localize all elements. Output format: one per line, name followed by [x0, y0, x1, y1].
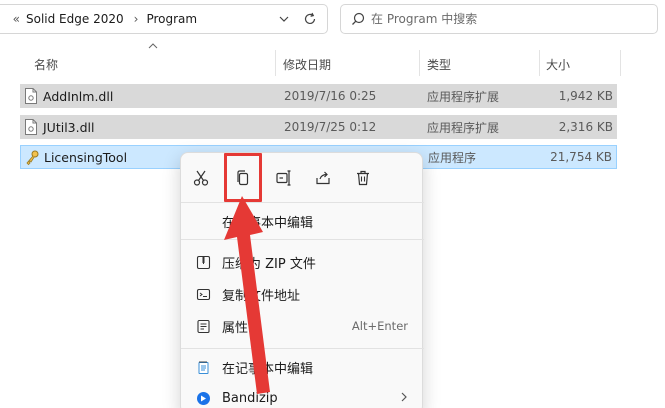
file-row[interactable]: JUtil3.dll 2019/7/25 0:12 应用程序扩展 2,316 K…	[20, 115, 617, 139]
search-icon	[352, 12, 365, 25]
copy-path-icon	[195, 286, 211, 302]
delete-icon[interactable]	[351, 166, 375, 190]
submenu-chevron-icon	[400, 391, 408, 406]
share-icon[interactable]	[311, 166, 335, 190]
more-breadcrumbs[interactable]: «	[0, 12, 20, 26]
file-size: 2,316 KB	[558, 120, 613, 134]
menu-item-copy-path[interactable]: 复制文件地址	[181, 280, 424, 308]
menu-separator	[181, 239, 424, 240]
file-name: LicensingTool	[44, 149, 128, 165]
column-divider[interactable]	[419, 50, 420, 76]
notepad-icon	[195, 359, 211, 375]
column-name[interactable]: 名称	[34, 56, 58, 73]
rename-icon[interactable]	[272, 166, 296, 190]
sort-ascending-icon	[148, 43, 158, 49]
file-type: 应用程序扩展	[427, 89, 500, 104]
properties-icon	[195, 318, 211, 334]
file-date: 2019/7/16 0:25	[284, 89, 377, 103]
column-divider[interactable]	[275, 50, 276, 76]
column-date[interactable]: 修改日期	[283, 56, 331, 73]
zip-icon	[195, 254, 211, 270]
file-size: 21,754 KB	[550, 150, 612, 164]
menu-separator	[181, 348, 424, 349]
file-row[interactable]: AddInlm.dll 2019/7/16 0:25 应用程序扩展 1,942 …	[20, 84, 617, 108]
menu-separator	[181, 202, 424, 203]
context-menu: 在记事本中编辑 压缩为 ZIP 文件 复制文件地址 属性 Alt+Enter 在…	[180, 152, 424, 408]
copy-icon[interactable]	[231, 166, 255, 190]
file-type: 应用程序	[428, 150, 477, 165]
breadcrumb-separator[interactable]: ›	[134, 12, 139, 26]
breadcrumb-program[interactable]: Program	[146, 12, 197, 26]
search-input[interactable]	[371, 12, 651, 26]
address-bar[interactable]: « Solid Edge 2020 › Program	[0, 4, 328, 34]
breadcrumb-solid-edge[interactable]: Solid Edge 2020	[26, 12, 124, 26]
column-divider[interactable]	[620, 50, 621, 76]
menu-item-zip[interactable]: 压缩为 ZIP 文件	[181, 248, 424, 276]
key-app-icon	[26, 150, 39, 166]
menu-item-label: 属性	[222, 320, 249, 336]
column-size[interactable]: 大小	[546, 56, 570, 73]
file-name: JUtil3.dll	[43, 119, 95, 135]
file-name: AddInlm.dll	[43, 88, 114, 104]
file-type: 应用程序扩展	[427, 120, 500, 135]
file-date: 2019/7/25 0:12	[284, 120, 377, 134]
menu-item-properties[interactable]: 属性 Alt+Enter	[181, 312, 424, 340]
menu-item-label: Bandizip	[222, 390, 278, 406]
address-dropdown-icon[interactable]	[276, 10, 292, 28]
search-box[interactable]	[340, 4, 658, 34]
menu-item-label: 在记事本中编辑	[222, 215, 314, 231]
cut-icon[interactable]	[189, 166, 213, 190]
column-type[interactable]: 类型	[427, 56, 451, 73]
menu-item-notepad[interactable]: 在记事本中编辑	[181, 353, 424, 381]
dll-file-icon	[25, 88, 37, 104]
menu-item-label: 在记事本中编辑	[222, 361, 314, 377]
file-size: 1,942 KB	[558, 89, 613, 103]
column-header: 名称 修改日期 类型 大小	[0, 50, 665, 76]
menu-item-shortcut: Alt+Enter	[351, 319, 408, 333]
menu-item-bandizip[interactable]: Bandizip	[181, 384, 424, 408]
dll-file-icon	[25, 119, 37, 135]
menu-item-edit-notepad[interactable]: 在记事本中编辑	[181, 207, 424, 235]
bandizip-icon	[195, 390, 211, 406]
menu-item-label: 复制文件地址	[222, 288, 301, 304]
column-divider[interactable]	[539, 50, 540, 76]
menu-item-label: 压缩为 ZIP 文件	[222, 256, 316, 272]
refresh-icon[interactable]	[300, 10, 320, 28]
